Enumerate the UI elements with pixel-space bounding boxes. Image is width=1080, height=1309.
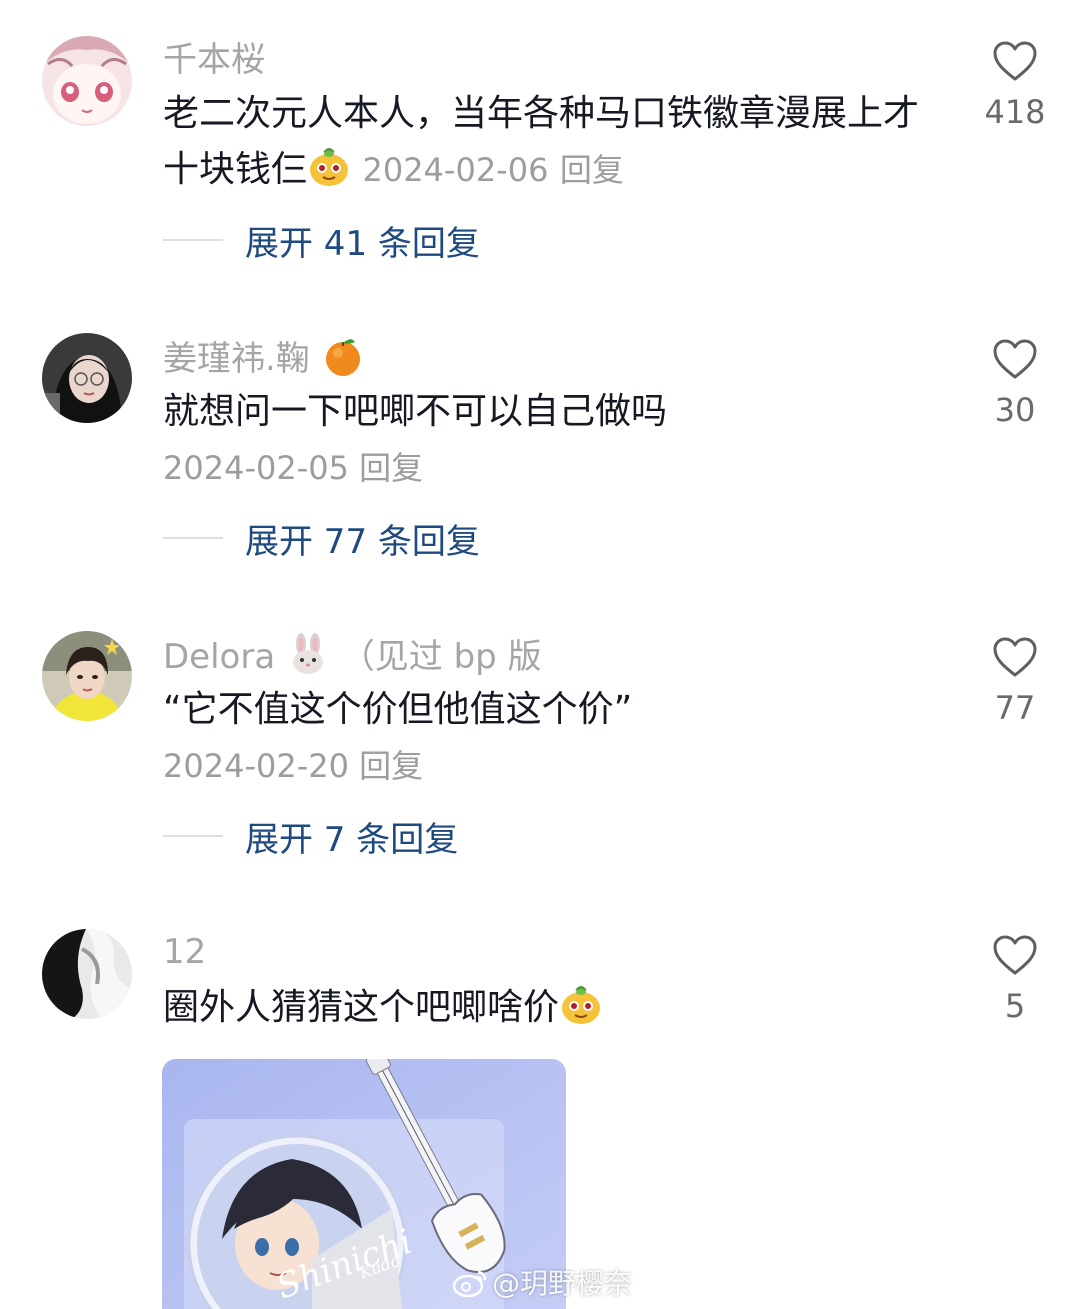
weibo-icon: [452, 1270, 487, 1298]
username-suffix: （见过 bp 版: [340, 637, 542, 677]
like-count: 5: [1004, 987, 1026, 1025]
reply-button[interactable]: 回复: [359, 747, 423, 785]
username[interactable]: 千本桜: [163, 38, 265, 82]
heart-icon: [993, 41, 1037, 81]
expand-replies-label[interactable]: 展开 7 条回复: [245, 812, 458, 861]
like-button[interactable]: 5: [965, 934, 1065, 1026]
heart-icon: [993, 935, 1037, 975]
comment-date: 2024-02-05: [163, 449, 349, 487]
username[interactable]: 12: [163, 930, 206, 974]
avatar[interactable]: [42, 929, 132, 1019]
divider: [163, 537, 223, 539]
username[interactable]: 姜瑾祎.鞠: [163, 334, 365, 381]
expand-replies-label[interactable]: 展开 77 条回复: [245, 514, 480, 563]
like-count: 30: [994, 391, 1036, 429]
comment-date: 2024-02-20: [163, 747, 349, 785]
heart-icon: [993, 339, 1037, 379]
orange-face-emoji: [307, 145, 351, 189]
avatar[interactable]: [42, 631, 132, 721]
divider: [163, 835, 223, 837]
comment-body: “它不值这个价但他值这个价”: [163, 689, 633, 730]
comment-text: 老二次元人本人，当年各种马口铁徽章漫展上才十块钱仨 2024-02-06 回复: [163, 86, 953, 198]
username-text: 姜瑾祎.鞠: [163, 339, 310, 379]
comment-date: 2024-02-06: [362, 151, 549, 189]
expand-replies[interactable]: 展开 7 条回复: [163, 816, 458, 860]
reply-button[interactable]: 回复: [560, 151, 624, 189]
watermark-text: @玥野樱奈: [492, 1267, 633, 1300]
divider: [163, 239, 223, 241]
watermark: @玥野樱奈: [452, 1262, 632, 1302]
tangerine-emoji: [321, 334, 365, 378]
comment-meta: 2024-02-05 回复: [163, 446, 423, 490]
comment-body: 就想问一下吧唧不可以自己做吗: [163, 391, 668, 432]
username-text: Delora: [163, 637, 276, 677]
like-button[interactable]: 418: [965, 40, 1065, 132]
avatar[interactable]: [42, 36, 132, 126]
like-button[interactable]: 30: [965, 338, 1065, 430]
expand-replies[interactable]: 展开 41 条回复: [163, 220, 480, 264]
comment-text: “它不值这个价但他值这个价”: [163, 682, 953, 738]
reply-button[interactable]: 回复: [359, 449, 423, 487]
avatar[interactable]: [42, 333, 132, 423]
like-count: 418: [984, 93, 1046, 131]
rabbit-emoji: [286, 632, 330, 676]
like-button[interactable]: 77: [965, 636, 1065, 728]
like-count: 77: [994, 689, 1036, 727]
expand-replies[interactable]: 展开 77 条回复: [163, 518, 480, 562]
username-text: 千本桜: [163, 40, 265, 80]
username-text: 12: [163, 932, 207, 972]
orange-face-emoji: [559, 983, 603, 1027]
heart-icon: [993, 637, 1037, 677]
comment-text: 就想问一下吧唧不可以自己做吗: [163, 384, 953, 440]
username[interactable]: Delora （见过 bp 版: [163, 632, 542, 679]
comment-text: 圈外人猜猜这个吧唧啥价: [163, 980, 953, 1036]
comment-body: 圈外人猜猜这个吧唧啥价: [163, 987, 560, 1028]
expand-replies-label[interactable]: 展开 41 条回复: [245, 216, 480, 265]
comment-meta: 2024-02-20 回复: [163, 744, 423, 788]
